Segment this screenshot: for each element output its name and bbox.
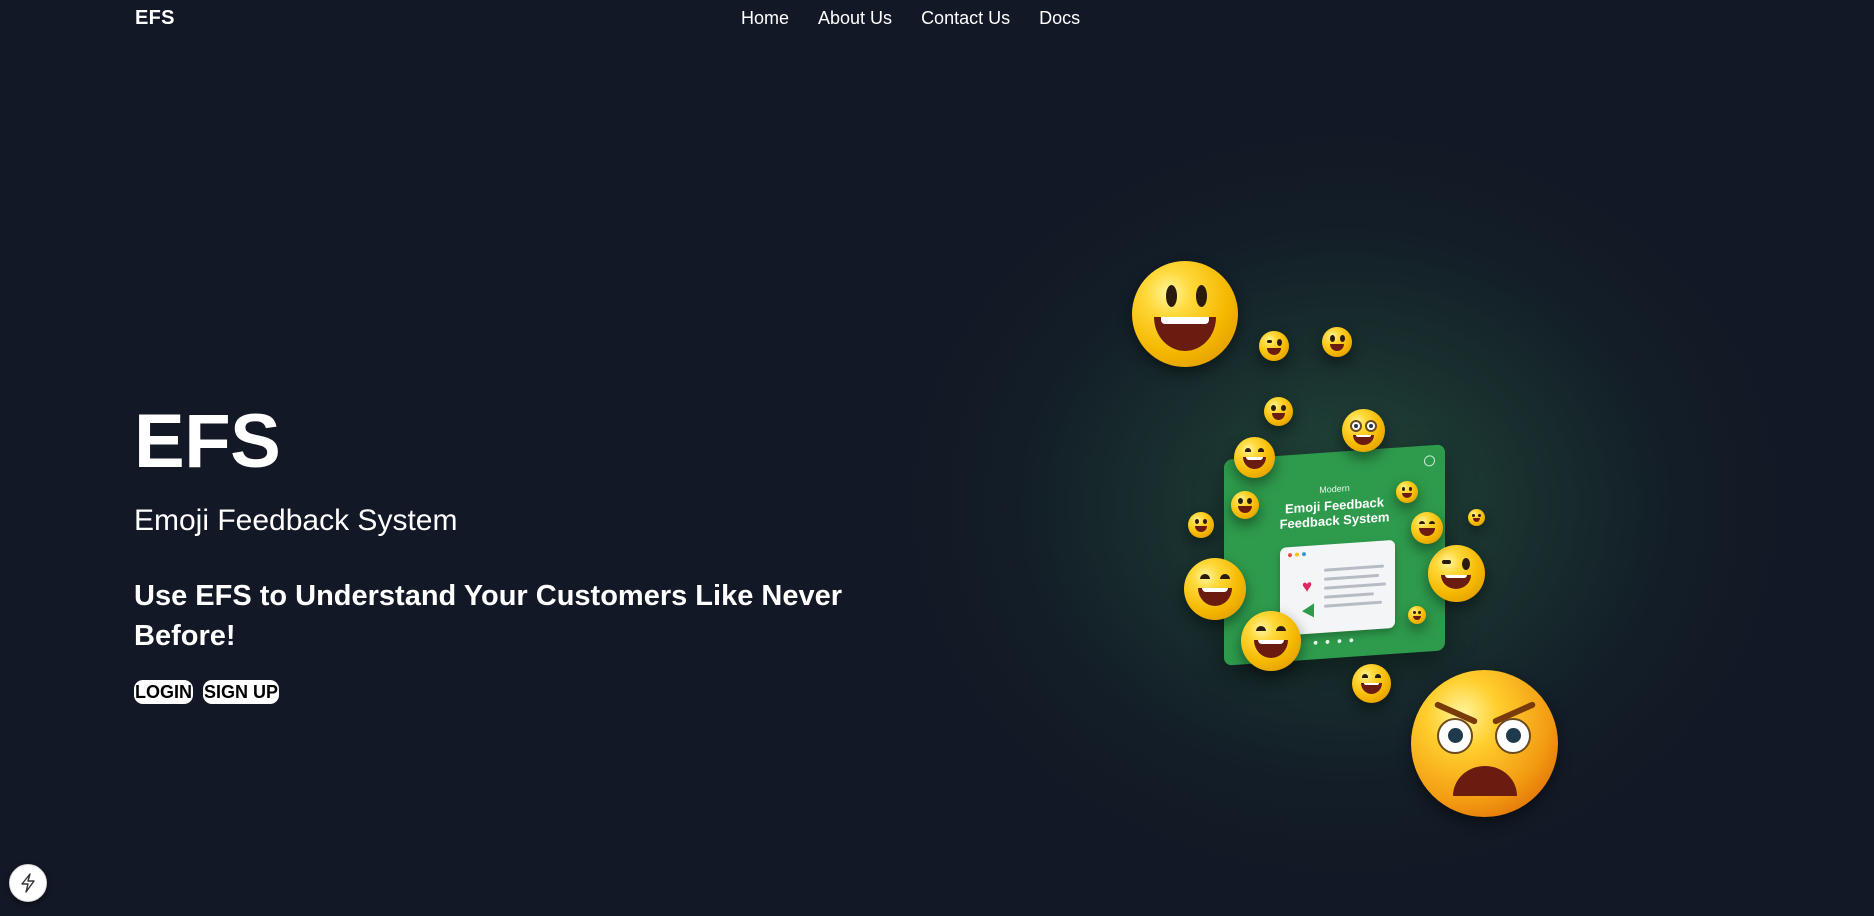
tongue-emoji-icon [1264, 397, 1293, 426]
nerd-emoji-icon [1342, 409, 1385, 452]
lightning-icon [21, 873, 35, 893]
smiling-emoji-icon [1408, 606, 1426, 624]
smiling-emoji-icon [1188, 512, 1214, 538]
feedback-panel: ♥ [1280, 539, 1395, 636]
nav-home[interactable]: Home [741, 8, 789, 29]
floating-action-button[interactable] [9, 864, 47, 902]
heart-icon: ♥ [1302, 576, 1313, 597]
grinning-emoji-icon [1234, 437, 1275, 478]
window-dots-icon [1288, 551, 1306, 558]
main-nav: Home About Us Contact Us Docs [741, 8, 1080, 29]
laughing-emoji-icon [1184, 558, 1246, 620]
hero-title: EFS [134, 399, 281, 484]
smiling-emoji-icon [1396, 481, 1418, 503]
grinning-emoji-icon [1322, 327, 1352, 357]
winking-emoji-icon [1259, 331, 1289, 361]
laughing-emoji-icon [1241, 611, 1301, 671]
smiling-emoji-icon [1132, 261, 1238, 367]
login-button[interactable]: LOGIN [134, 680, 193, 704]
nav-about-us[interactable]: About Us [818, 8, 892, 29]
winking-emoji-icon [1428, 545, 1485, 602]
winking-emoji-icon [1468, 509, 1485, 526]
hero-pitch: Use EFS to Understand Your Customers Lik… [134, 580, 843, 652]
hero-actions: LOGIN SIGN UP [134, 680, 904, 704]
logo[interactable]: EFS [135, 7, 175, 30]
text-lines [1324, 564, 1386, 613]
hero-section: EFS Emoji Feedback System Use EFS to Und… [134, 400, 904, 704]
arrow-icon [1302, 603, 1314, 619]
angry-emoji-icon [1411, 670, 1558, 817]
hero-subtitle: Emoji Feedback System [134, 504, 458, 537]
grinning-emoji-icon [1231, 491, 1259, 519]
nav-docs[interactable]: Docs [1039, 8, 1080, 29]
nav-contact-us[interactable]: Contact Us [921, 8, 1010, 29]
grinning-emoji-icon [1352, 664, 1391, 703]
laughing-emoji-icon [1411, 512, 1443, 544]
signup-button[interactable]: SIGN UP [203, 680, 280, 704]
gear-icon [1424, 454, 1435, 467]
